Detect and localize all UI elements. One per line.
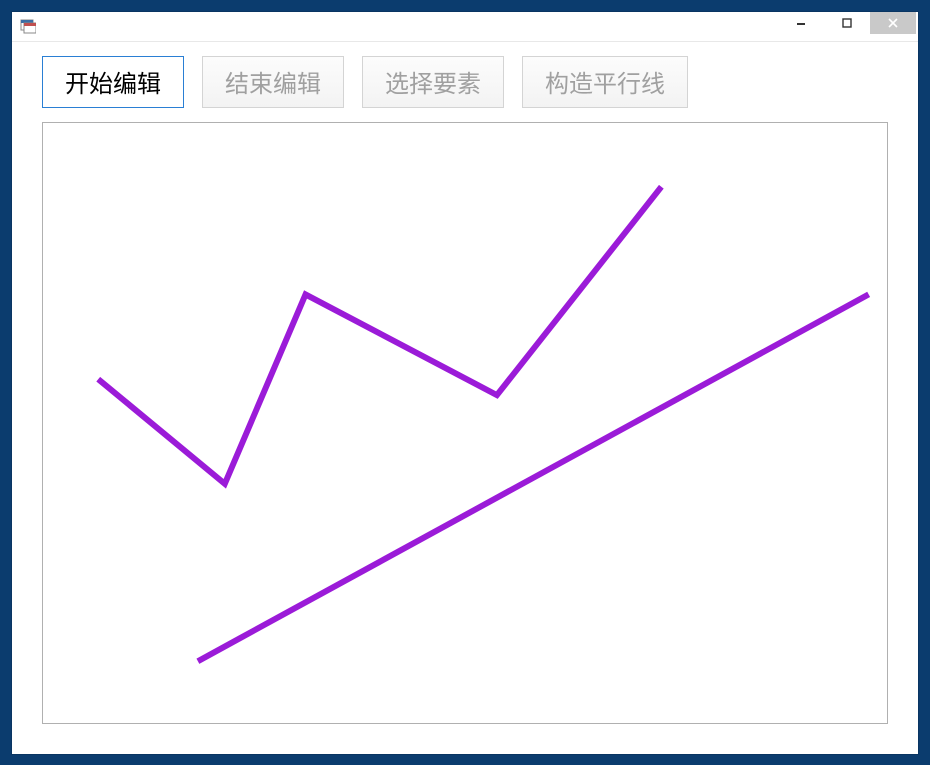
select-feature-button[interactable]: 选择要素 [362, 56, 504, 108]
app-icon [20, 18, 36, 34]
end-edit-button[interactable]: 结束编辑 [202, 56, 344, 108]
polyline-feature [98, 186, 661, 483]
window-controls [778, 12, 918, 41]
toolbar: 开始编辑 结束编辑 选择要素 构造平行线 [42, 56, 888, 108]
canvas-svg [43, 123, 887, 723]
drawing-canvas[interactable] [42, 122, 888, 724]
maximize-button[interactable] [824, 12, 870, 34]
start-edit-button[interactable]: 开始编辑 [42, 56, 184, 108]
construct-parallel-button[interactable]: 构造平行线 [522, 56, 688, 108]
app-window: 开始编辑 结束编辑 选择要素 构造平行线 [12, 12, 918, 754]
client-area: 开始编辑 结束编辑 选择要素 构造平行线 [12, 42, 918, 754]
titlebar [12, 12, 918, 42]
close-button[interactable] [870, 12, 916, 34]
minimize-button[interactable] [778, 12, 824, 34]
